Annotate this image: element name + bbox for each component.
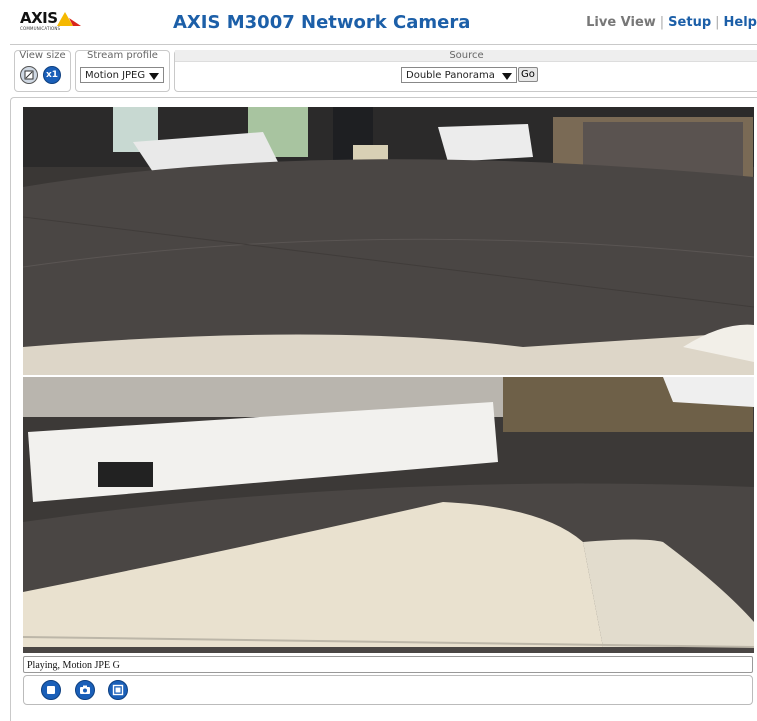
stream-profile-select[interactable]: Motion JPEG bbox=[80, 67, 164, 83]
stop-button[interactable] bbox=[41, 680, 61, 700]
chevron-down-icon bbox=[149, 73, 159, 80]
logo-triangle-icon bbox=[57, 12, 81, 26]
stream-profile-value: Motion JPEG bbox=[85, 70, 146, 81]
go-button[interactable]: Go bbox=[518, 67, 538, 82]
chevron-down-icon bbox=[502, 73, 512, 80]
view-size-label: View size bbox=[19, 50, 66, 61]
stream-profile-label: Stream profile bbox=[87, 50, 158, 61]
top-nav: Live View | Setup | Help bbox=[586, 15, 757, 30]
source-label: Source bbox=[175, 50, 757, 62]
top-panorama-image[interactable] bbox=[23, 107, 754, 375]
fit-icon bbox=[24, 70, 34, 80]
fit-size-button[interactable] bbox=[20, 66, 38, 84]
nav-live-view[interactable]: Live View bbox=[586, 15, 656, 30]
nav-help[interactable]: Help bbox=[724, 15, 757, 30]
stream-status: Playing, Motion JPE G bbox=[23, 656, 753, 673]
header: AXIS COMMUNICATIONS AXIS M3007 Network C… bbox=[10, 0, 757, 45]
stream-profile-group: Stream profile Motion JPEG bbox=[75, 50, 170, 92]
source-group: Source Double Panorama Go bbox=[174, 50, 757, 92]
logo-text: AXIS bbox=[20, 9, 58, 27]
stop-icon bbox=[47, 686, 55, 694]
source-value: Double Panorama bbox=[406, 70, 495, 81]
bottom-panorama-image[interactable] bbox=[23, 377, 754, 653]
page-title: AXIS M3007 Network Camera bbox=[173, 12, 471, 33]
x1-size-button[interactable]: x1 bbox=[43, 66, 61, 84]
video-control-bar bbox=[23, 675, 753, 705]
nav-separator: | bbox=[659, 15, 665, 30]
fullscreen-icon bbox=[112, 684, 124, 696]
source-select[interactable]: Double Panorama bbox=[401, 67, 517, 83]
logo-subtext: COMMUNICATIONS bbox=[20, 26, 61, 31]
axis-logo[interactable]: AXIS COMMUNICATIONS bbox=[20, 9, 82, 35]
nav-separator: | bbox=[715, 15, 720, 30]
nav-setup[interactable]: Setup bbox=[668, 15, 711, 30]
fullscreen-button[interactable] bbox=[108, 680, 128, 700]
snapshot-button[interactable] bbox=[75, 680, 95, 700]
view-size-group: View size x1 bbox=[14, 50, 71, 92]
snapshot-icon bbox=[80, 685, 90, 694]
x1-icon: x1 bbox=[45, 70, 59, 80]
